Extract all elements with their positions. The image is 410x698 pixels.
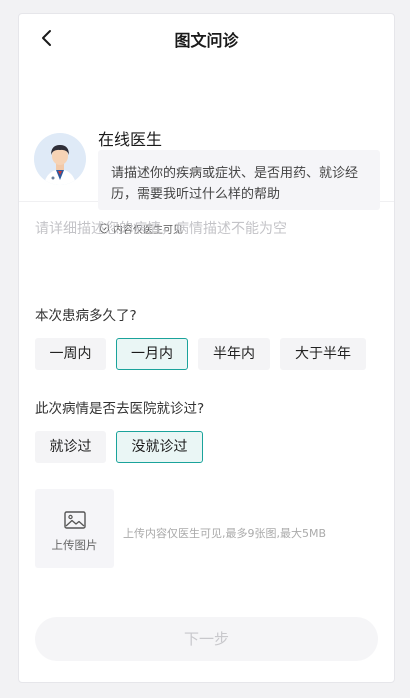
doctor-avatar-illustration: [34, 133, 86, 185]
visited-option-no[interactable]: 没就诊过: [116, 431, 203, 463]
upload-hint: 上传内容仅医生可见,最多9张图,最大5MB: [123, 527, 327, 540]
duration-option-half-year[interactable]: 半年内: [198, 338, 270, 370]
duration-option-over-half-year[interactable]: 大于半年: [280, 338, 366, 370]
doctor-name: 在线医生: [98, 130, 163, 149]
doctor-prompt-line-1: 请描述你的疾病或症状、是否用药、就诊经: [111, 166, 359, 181]
doctor-prompt-bubble: 请描述你的疾病或症状、是否用药、就诊经 历，需要我听过什么样的帮助: [98, 150, 380, 210]
visited-option-yes[interactable]: 就诊过: [35, 431, 106, 463]
doctor-card: 在线医生 请描述你的疾病或症状、是否用药、就诊经 历，需要我听过什么样的帮助 内…: [19, 62, 394, 236]
duration-option-month[interactable]: 一月内: [116, 338, 188, 370]
doctor-prompt-line-2: 历，需要我听过什么样的帮助: [111, 187, 281, 202]
upload-image-label: 上传图片: [51, 538, 98, 552]
visited-question: 此次病情是否去医院就诊过?: [35, 401, 205, 417]
upload-image-button[interactable]: 上传图片: [35, 489, 114, 568]
consultation-screen: 图文问诊 在线医生 请描述你的疾病或症状、是否用药、就诊经 历，需要我听过什么样…: [18, 13, 395, 683]
image-icon: [64, 511, 86, 529]
next-step-button[interactable]: 下一步: [35, 617, 378, 661]
duration-question: 本次患病多久了?: [35, 308, 137, 324]
doctor-avatar: [34, 133, 86, 185]
symptom-description-input[interactable]: [35, 218, 375, 288]
nav-bar: 图文问诊: [19, 14, 394, 62]
page-title: 图文问诊: [174, 31, 239, 50]
duration-option-week[interactable]: 一周内: [35, 338, 106, 370]
